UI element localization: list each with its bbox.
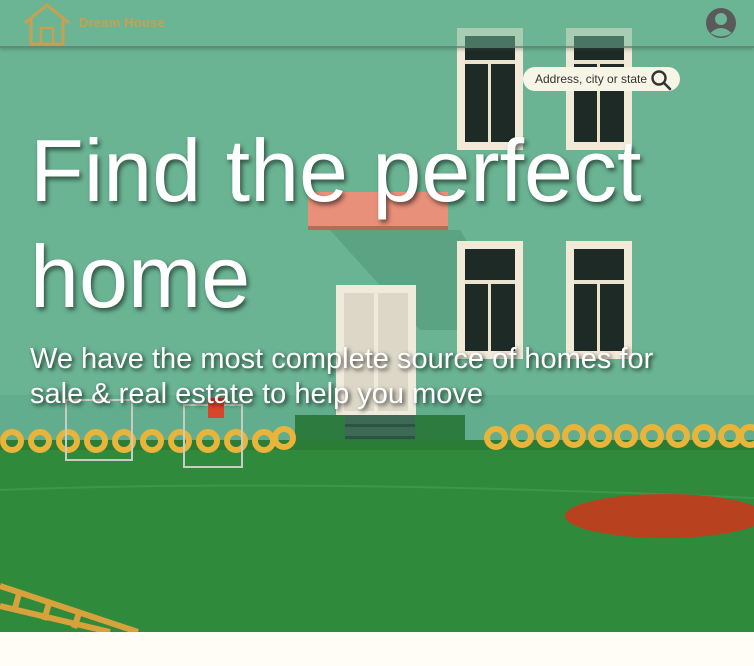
hero-subtitle: We have the most complete source of home… [30,343,654,410]
top-navbar: Dream House [0,0,754,48]
user-circle-icon[interactable] [705,7,737,39]
search-input[interactable] [535,69,653,89]
page-footer-strip [0,632,754,666]
brand-name[interactable]: Dream House [79,15,165,30]
search-icon[interactable] [650,69,672,91]
house-outline-icon[interactable] [22,2,72,46]
hero-title: Find the perfect home [30,121,642,326]
hero-section: Dream House Find the perfect home We hav… [0,0,754,632]
